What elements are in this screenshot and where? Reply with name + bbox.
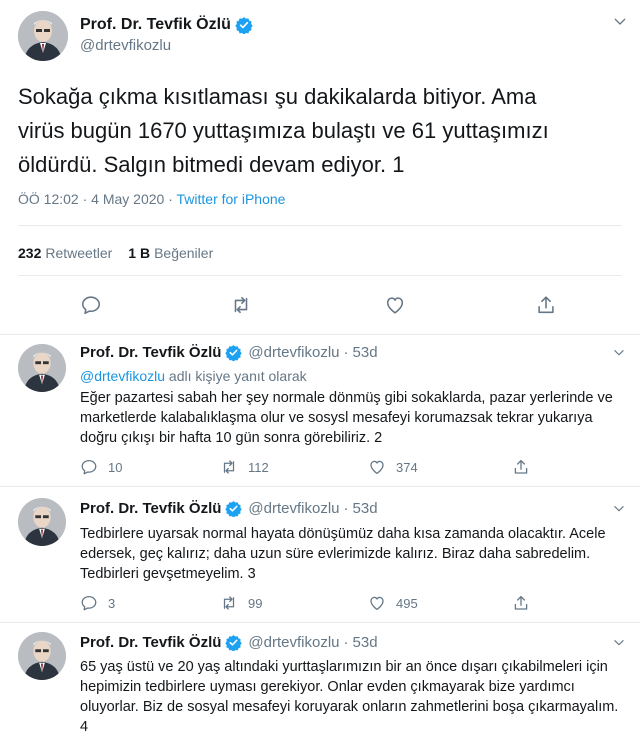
like-icon[interactable] bbox=[384, 294, 406, 316]
reply-tweet[interactable]: Prof. Dr. Tevfik Özlü @drtevfikozlu · 53… bbox=[0, 486, 640, 620]
author-name[interactable]: Prof. Dr. Tevfik Özlü bbox=[80, 16, 231, 34]
tweet-actions bbox=[0, 290, 640, 320]
retweet-count: 99 bbox=[248, 595, 263, 611]
chevron-down-icon[interactable] bbox=[612, 502, 626, 516]
reply-header: Prof. Dr. Tevfik Özlü @drtevfikozlu · 53… bbox=[80, 500, 378, 517]
like-count: 495 bbox=[396, 595, 418, 611]
avatar[interactable] bbox=[18, 498, 66, 546]
likes-count: 1 B bbox=[128, 245, 151, 261]
share-icon[interactable] bbox=[535, 294, 557, 316]
avatar[interactable] bbox=[18, 11, 68, 61]
avatar[interactable] bbox=[18, 632, 66, 680]
verified-badge-icon bbox=[225, 344, 242, 361]
author-row: Prof. Dr. Tevfik Özlü bbox=[80, 16, 253, 34]
likes-stat[interactable]: 1 B Beğeniler bbox=[128, 245, 213, 261]
reply-header: Prof. Dr. Tevfik Özlü @drtevfikozlu · 53… bbox=[80, 634, 378, 651]
reply-icon bbox=[80, 594, 98, 612]
reply-header: Prof. Dr. Tevfik Özlü @drtevfikozlu · 53… bbox=[80, 344, 378, 361]
verified-badge-icon bbox=[225, 634, 242, 651]
retweets-count: 232 bbox=[18, 245, 42, 261]
tweet-source-link[interactable]: Twitter for iPhone bbox=[177, 191, 286, 207]
divider bbox=[18, 275, 622, 276]
reply-action[interactable]: 10 bbox=[80, 458, 122, 476]
reply-actions: 3 99 495 bbox=[80, 594, 560, 614]
chevron-down-icon[interactable] bbox=[612, 346, 626, 360]
retweet-count: 112 bbox=[248, 459, 269, 475]
author-handle[interactable]: @drtevfikozlu bbox=[80, 37, 171, 54]
replying-mention-link[interactable]: @drtevfikozlu bbox=[80, 368, 165, 384]
likes-label: Beğeniler bbox=[154, 245, 214, 261]
retweets-label: Retweetler bbox=[45, 245, 113, 261]
author-name[interactable]: Prof. Dr. Tevfik Özlü bbox=[80, 500, 221, 517]
reply-icon[interactable] bbox=[80, 294, 102, 316]
reply-actions: 10 112 374 bbox=[80, 458, 560, 478]
verified-badge-icon bbox=[235, 16, 253, 34]
replying-suffix: adlı kişiye yanıt olarak bbox=[165, 368, 307, 384]
tweet-meta: ÖÖ 12:02 · 4 May 2020 · Twitter for iPho… bbox=[18, 191, 285, 207]
like-icon bbox=[368, 458, 386, 476]
reply-text: Tedbirlere uyarsak normal hayata dönüşüm… bbox=[80, 526, 606, 582]
reply-text: Eğer pazartesi sabah her şey normale dön… bbox=[80, 390, 613, 446]
like-action[interactable]: 495 bbox=[368, 594, 418, 612]
author-name[interactable]: Prof. Dr. Tevfik Özlü bbox=[80, 344, 221, 361]
avatar[interactable] bbox=[18, 344, 66, 392]
share-icon bbox=[512, 594, 530, 612]
chevron-down-icon[interactable] bbox=[612, 14, 628, 30]
reply-action[interactable]: 3 bbox=[80, 594, 115, 612]
separator-dot: · bbox=[343, 500, 349, 517]
tweet-stats: 232 Retweetler 1 B Beğeniler bbox=[18, 245, 213, 261]
like-action[interactable]: 374 bbox=[368, 458, 418, 476]
share-action[interactable] bbox=[512, 458, 530, 476]
replying-to: @drtevfikozlu adlı kişiye yanıt olarak bbox=[80, 368, 307, 384]
reply-tweet[interactable]: Prof. Dr. Tevfik Özlü @drtevfikozlu · 53… bbox=[0, 622, 640, 737]
retweets-stat[interactable]: 232 Retweetler bbox=[18, 245, 112, 261]
author-name[interactable]: Prof. Dr. Tevfik Özlü bbox=[80, 634, 221, 651]
author-handle[interactable]: @drtevfikozlu bbox=[248, 634, 339, 651]
reply-count: 10 bbox=[108, 459, 123, 475]
reply-icon bbox=[80, 458, 98, 476]
verified-badge-icon bbox=[225, 500, 242, 517]
author-handle[interactable]: @drtevfikozlu bbox=[248, 344, 339, 361]
like-count: 374 bbox=[396, 459, 418, 475]
separator-dot: · bbox=[343, 634, 349, 651]
reply-count: 3 bbox=[108, 595, 116, 611]
divider bbox=[18, 225, 622, 226]
tweet-text: Sokağa çıkma kısıtlaması şu dakikalarda … bbox=[18, 84, 549, 177]
tweet-timestamp[interactable]: ÖÖ 12:02 · 4 May 2020 · bbox=[18, 191, 177, 207]
retweet-action[interactable]: 112 bbox=[220, 458, 269, 476]
like-icon bbox=[368, 594, 386, 612]
retweet-icon bbox=[220, 458, 238, 476]
retweet-action[interactable]: 99 bbox=[220, 594, 262, 612]
retweet-icon[interactable] bbox=[230, 294, 252, 316]
reply-text: 65 yaş üstü ve 20 yaş altındaki yurttaşl… bbox=[80, 659, 619, 735]
share-action[interactable] bbox=[512, 594, 530, 612]
author-handle[interactable]: @drtevfikozlu bbox=[248, 500, 339, 517]
share-icon bbox=[512, 458, 530, 476]
reply-tweet[interactable]: Prof. Dr. Tevfik Özlü @drtevfikozlu · 53… bbox=[0, 334, 640, 484]
retweet-icon bbox=[220, 594, 238, 612]
chevron-down-icon[interactable] bbox=[612, 636, 626, 650]
tweet-age[interactable]: 53d bbox=[353, 634, 378, 651]
tweet-age[interactable]: 53d bbox=[353, 500, 378, 517]
tweet-age[interactable]: 53d bbox=[353, 344, 378, 361]
separator-dot: · bbox=[343, 344, 349, 361]
